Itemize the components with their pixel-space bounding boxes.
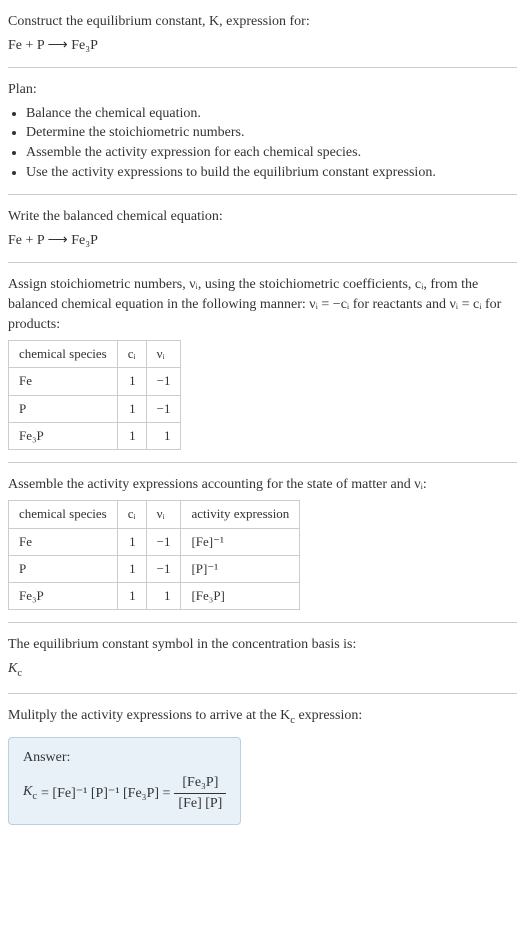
- col-header: cᵢ: [117, 341, 146, 368]
- table-row: P 1 −1 [P]⁻¹: [9, 555, 300, 582]
- prompt-equation: Fe + P ⟶ Fe₃P: [8, 36, 517, 56]
- plan-item: Assemble the activity expression for eac…: [26, 143, 517, 163]
- cell: P: [9, 555, 118, 582]
- cell: Fe₃P: [9, 422, 118, 449]
- divider: [8, 67, 517, 68]
- cell: Fe: [9, 368, 118, 395]
- cell: [P]⁻¹: [181, 555, 300, 582]
- table-row: Fe 1 −1: [9, 368, 181, 395]
- col-header: cᵢ: [117, 501, 146, 528]
- table-header-row: chemical species cᵢ νᵢ activity expressi…: [9, 501, 300, 528]
- divider: [8, 693, 517, 694]
- cell: 1: [146, 583, 181, 610]
- k-subscript: c: [17, 668, 22, 679]
- answer-k: K: [23, 784, 32, 799]
- plan-item: Use the activity expressions to build th…: [26, 163, 517, 183]
- answer-lhs: Kc: [23, 782, 37, 804]
- balanced-heading: Write the balanced chemical equation:: [8, 207, 517, 227]
- cell: −1: [146, 555, 181, 582]
- answer-k-sub: c: [32, 791, 37, 802]
- cell: Fe: [9, 528, 118, 555]
- multiply-text: Mulitply the activity expressions to arr…: [8, 706, 517, 728]
- cell: −1: [146, 528, 181, 555]
- table-header-row: chemical species cᵢ νᵢ: [9, 341, 181, 368]
- col-header: νᵢ: [146, 501, 181, 528]
- multiply-suffix: expression:: [295, 708, 362, 723]
- divider: [8, 194, 517, 195]
- divider: [8, 622, 517, 623]
- divider: [8, 462, 517, 463]
- fraction-denominator: [Fe] [P]: [174, 794, 226, 814]
- answer-box: Answer: Kc = [Fe]⁻¹ [P]⁻¹ [Fe₃P] = [Fe₃P…: [8, 737, 241, 825]
- cell: [Fe]⁻¹: [181, 528, 300, 555]
- answer-fraction: [Fe₃P] [Fe] [P]: [174, 773, 226, 813]
- col-header: νᵢ: [146, 341, 181, 368]
- table-row: Fe₃P 1 1: [9, 422, 181, 449]
- col-header: activity expression: [181, 501, 300, 528]
- cell: 1: [117, 368, 146, 395]
- cell: 1: [117, 583, 146, 610]
- cell: [Fe₃P]: [181, 583, 300, 610]
- cell: 1: [146, 422, 181, 449]
- cell: 1: [117, 422, 146, 449]
- fraction-numerator: [Fe₃P]: [174, 773, 226, 794]
- col-header: chemical species: [9, 341, 118, 368]
- k-symbol: K: [8, 661, 17, 676]
- plan-heading: Plan:: [8, 80, 517, 100]
- cell: 1: [117, 555, 146, 582]
- col-header: chemical species: [9, 501, 118, 528]
- cell: −1: [146, 395, 181, 422]
- table-row: P 1 −1: [9, 395, 181, 422]
- divider: [8, 262, 517, 263]
- prompt-line1: Construct the equilibrium constant, K, e…: [8, 12, 517, 32]
- answer-expression: Kc = [Fe]⁻¹ [P]⁻¹ [Fe₃P] = [Fe₃P] [Fe] […: [23, 773, 226, 813]
- cell: 1: [117, 395, 146, 422]
- plan-item: Determine the stoichiometric numbers.: [26, 123, 517, 143]
- balanced-equation: Fe + P ⟶ Fe₃P: [8, 231, 517, 251]
- table-row: Fe 1 −1 [Fe]⁻¹: [9, 528, 300, 555]
- assemble-text: Assemble the activity expressions accoun…: [8, 475, 517, 495]
- symbol-text: The equilibrium constant symbol in the c…: [8, 635, 517, 655]
- stoichiometry-table: chemical species cᵢ νᵢ Fe 1 −1 P 1 −1 Fe…: [8, 340, 181, 450]
- plan-item: Balance the chemical equation.: [26, 104, 517, 124]
- cell: P: [9, 395, 118, 422]
- cell: −1: [146, 368, 181, 395]
- multiply-prefix: Mulitply the activity expressions to arr…: [8, 708, 290, 723]
- answer-label: Answer:: [23, 748, 226, 768]
- table-row: Fe₃P 1 1 [Fe₃P]: [9, 583, 300, 610]
- answer-mid: = [Fe]⁻¹ [P]⁻¹ [Fe₃P] =: [41, 784, 170, 804]
- cell: Fe₃P: [9, 583, 118, 610]
- cell: 1: [117, 528, 146, 555]
- plan-list: Balance the chemical equation. Determine…: [8, 104, 517, 182]
- activity-table: chemical species cᵢ νᵢ activity expressi…: [8, 500, 300, 610]
- symbol-value: Kc: [8, 659, 517, 681]
- assign-text: Assign stoichiometric numbers, νᵢ, using…: [8, 275, 517, 334]
